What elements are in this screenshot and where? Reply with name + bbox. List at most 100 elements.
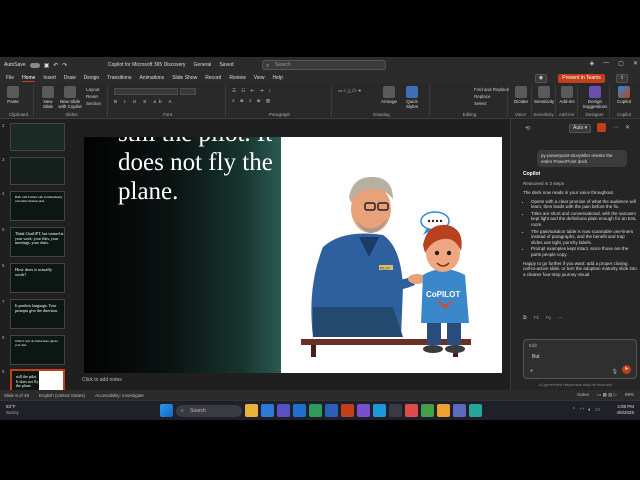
- font-name-select[interactable]: [114, 88, 178, 95]
- font-size-select[interactable]: [180, 88, 196, 95]
- tab-view[interactable]: View: [254, 75, 265, 81]
- share-button[interactable]: ⇪: [615, 74, 628, 83]
- wifi-icon[interactable]: ◠: [580, 407, 584, 413]
- tab-design[interactable]: Design: [84, 75, 100, 81]
- powerpoint-icon[interactable]: [341, 404, 354, 417]
- tab-insert[interactable]: Insert: [43, 75, 56, 81]
- arrange-button[interactable]: Arrange: [380, 86, 398, 104]
- app-icon[interactable]: [421, 404, 434, 417]
- record-button[interactable]: ◉: [534, 74, 548, 83]
- chevron-up-icon[interactable]: ⌃: [572, 407, 576, 413]
- copilot-app-icon[interactable]: [373, 404, 386, 417]
- sensitivity-button[interactable]: Sensitivity: [534, 86, 554, 104]
- add-icon[interactable]: +: [530, 369, 534, 375]
- onenote-icon[interactable]: [357, 404, 370, 417]
- new-slide-button[interactable]: New Slide: [40, 86, 56, 109]
- align-buttons[interactable]: ≡ ≣ ≡ ≣ ▥: [232, 98, 272, 104]
- slide-thumbnail-4[interactable]: Built with 6 slides with an immediately …: [10, 191, 65, 221]
- notes-placeholder[interactable]: Click to add notes: [82, 377, 122, 383]
- replace-button[interactable]: Replace: [474, 94, 491, 99]
- layout-button[interactable]: Layout: [86, 87, 100, 92]
- slide-thumbnail-2[interactable]: [10, 123, 65, 151]
- teams-icon[interactable]: [277, 404, 290, 417]
- clock[interactable]: 3:08 PM 4/6/2025: [616, 404, 634, 416]
- edge-icon[interactable]: [261, 404, 274, 417]
- add-ins-button[interactable]: Add-ins: [558, 86, 576, 104]
- quick-styles-button[interactable]: Quick Styles: [400, 86, 424, 109]
- excel-icon[interactable]: [309, 404, 322, 417]
- word-icon[interactable]: [325, 404, 338, 417]
- slide-thumbnail-7[interactable]: It predicts language. Your prompts give …: [10, 299, 65, 329]
- terminal-icon[interactable]: [389, 404, 402, 417]
- section-button[interactable]: Section: [86, 101, 101, 106]
- copilot-logo-icon[interactable]: [597, 123, 606, 132]
- new-slide-with-copilot-button[interactable]: New Slide with Copilot: [58, 86, 82, 109]
- accessibility-status[interactable]: Accessibility: Investigate: [95, 393, 144, 398]
- save-icon[interactable]: ▣: [44, 62, 50, 69]
- tab-animations[interactable]: Animations: [139, 75, 164, 81]
- slide-thumbnail-3[interactable]: [10, 157, 65, 185]
- slide-thumbnails-pane[interactable]: 2 3 4 Built with 6 slides with an immedi…: [0, 119, 68, 390]
- history-icon[interactable]: ⟲: [525, 125, 530, 132]
- maximize-icon[interactable]: ▢: [618, 60, 624, 67]
- more-options-icon[interactable]: ⋯: [613, 124, 619, 131]
- more-icon[interactable]: ⋯: [558, 315, 563, 321]
- reset-button[interactable]: Reset: [86, 94, 98, 99]
- microphone-icon[interactable]: 🎙︎: [612, 369, 618, 375]
- weather-widget[interactable]: 83°F Sunny: [6, 404, 19, 416]
- tab-review[interactable]: Review: [229, 75, 245, 81]
- present-in-teams-button[interactable]: Present in Teams: [558, 74, 605, 83]
- send-button[interactable]: ➤: [622, 365, 631, 374]
- font-format-buttons[interactable]: B I U S ab A: [114, 99, 175, 104]
- mode-select[interactable]: Auto ▾: [569, 124, 592, 133]
- tab-help[interactable]: Help: [272, 75, 282, 81]
- chat-input[interactable]: Edit But + 🎙︎ ➤: [523, 339, 637, 379]
- tab-home[interactable]: Home: [22, 75, 36, 82]
- autosave-toggle[interactable]: [29, 62, 40, 68]
- copy-icon[interactable]: ⧉: [523, 315, 527, 321]
- slide-thumbnail-6[interactable]: How does it actually work?: [10, 263, 65, 293]
- shapes-gallery[interactable]: ▭ ○ △ ⬠ ➔: [338, 88, 361, 94]
- document-title[interactable]: Copilot for Microsoft 365 Discovery: [108, 62, 186, 68]
- tab-transitions[interactable]: Transitions: [107, 75, 131, 81]
- paste-button[interactable]: Paste: [7, 86, 19, 104]
- slide-title-text[interactable]: still the pilot. It does not fly the pla…: [118, 137, 308, 206]
- app-icon[interactable]: [437, 404, 450, 417]
- volume-icon[interactable]: 🔈︎: [588, 407, 591, 413]
- slide-thumbnail-9[interactable]: still the pilot. It does not fly the pla…: [10, 369, 65, 390]
- copilot-ribbon-button[interactable]: Copilot: [613, 86, 635, 104]
- find-and-replace-button[interactable]: Find and Replace: [474, 87, 509, 92]
- outlook-icon[interactable]: [293, 404, 306, 417]
- app-icon[interactable]: [469, 404, 482, 417]
- view-buttons[interactable]: ▭ ▦ ▤ ▷: [597, 392, 617, 398]
- undo-icon[interactable]: ↶: [53, 62, 58, 69]
- reasoned-steps[interactable]: Reasoned in 3 steps: [523, 181, 564, 186]
- current-slide[interactable]: still the pilot. It does not fly the pla…: [84, 137, 502, 373]
- select-button[interactable]: Select: [474, 101, 487, 106]
- copilot-icon[interactable]: ◈: [590, 60, 595, 67]
- app-icon[interactable]: [453, 404, 466, 417]
- list-buttons[interactable]: ☰ ☷ ⇤ ⇥ ↕: [232, 88, 273, 94]
- thumbs-up-icon[interactable]: 👍︎: [534, 315, 539, 321]
- design-suggestions-button[interactable]: Design Suggestions: [582, 86, 608, 109]
- sensitivity-label[interactable]: General: [194, 62, 212, 68]
- close-icon[interactable]: ✕: [633, 60, 638, 67]
- file-explorer-icon[interactable]: [245, 404, 258, 417]
- notes-button[interactable]: Notes: [577, 392, 589, 398]
- slide-thumbnail-5[interactable]: Think ChatGPT, but trained at your work:…: [10, 227, 65, 257]
- search-box[interactable]: ⌕ Search: [262, 60, 386, 70]
- tab-draw[interactable]: Draw: [64, 75, 76, 81]
- tab-slide-show[interactable]: Slide Show: [172, 75, 197, 81]
- redo-icon[interactable]: ↷: [62, 62, 67, 69]
- close-pane-icon[interactable]: ✕: [625, 124, 630, 131]
- thumbs-down-icon[interactable]: 👎︎: [546, 315, 551, 321]
- taskbar-search[interactable]: ⌕ Search: [176, 404, 242, 417]
- zoom-level[interactable]: 69%: [625, 392, 634, 398]
- start-icon[interactable]: [160, 404, 173, 417]
- minimize-icon[interactable]: —: [603, 60, 609, 67]
- tab-file[interactable]: File: [6, 75, 14, 81]
- battery-icon[interactable]: ▭: [595, 407, 600, 413]
- language-indicator[interactable]: English (United States): [39, 393, 85, 398]
- app-icon[interactable]: [405, 404, 418, 417]
- tab-record[interactable]: Record: [205, 75, 221, 81]
